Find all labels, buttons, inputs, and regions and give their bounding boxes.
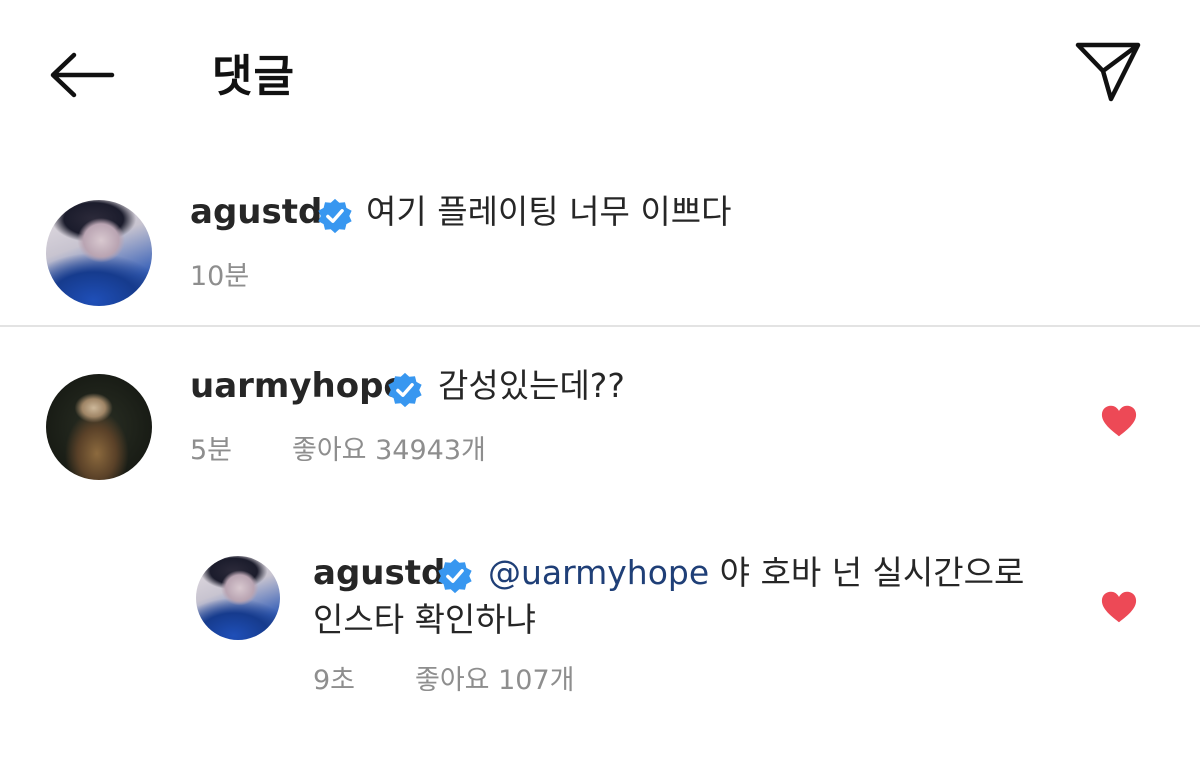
comment-text: 여기 플레이팅 너무 이쁘다 [366,192,732,231]
username[interactable]: agustd [313,553,445,593]
paper-plane-icon [1075,42,1141,102]
caption-comment: agustd 여기 플레이팅 너무 이쁘다 10분 [0,180,1200,325]
verified-badge-icon [438,558,472,594]
comment-time: 9초 [313,665,356,696]
mention-link[interactable]: @uarmyhope [488,553,709,592]
top-bar: 댓글 [0,0,1200,150]
verified-badge-icon [318,198,352,234]
reply-text-line2: 인스타 확인하냐 [313,600,537,639]
reply-text: @uarmyhope 야 호바 넌 실시간으로 [488,550,1048,596]
reply-text-line1: 야 호바 넌 실시간으로 [709,553,1025,592]
like-count[interactable]: 좋아요 34943개 [292,428,486,467]
avatar[interactable] [46,374,152,480]
verified-badge-icon [388,372,422,408]
like-count[interactable]: 좋아요 107개 [415,658,574,697]
comment-time: 10분 [190,261,250,292]
arrow-left-icon [50,52,115,98]
avatar[interactable] [196,556,280,640]
heart-filled-icon[interactable] [1100,403,1138,439]
divider [0,325,1200,327]
username[interactable]: agustd [190,192,322,232]
share-button[interactable] [1068,36,1148,106]
avatar[interactable] [46,200,152,306]
comment-time: 5분 [190,435,233,466]
heart-filled-icon[interactable] [1100,589,1138,625]
comment-text: 감성있는데?? [438,366,625,405]
page-title: 댓글 [212,51,295,102]
back-button[interactable] [44,44,118,106]
username[interactable]: uarmyhope [190,366,406,406]
